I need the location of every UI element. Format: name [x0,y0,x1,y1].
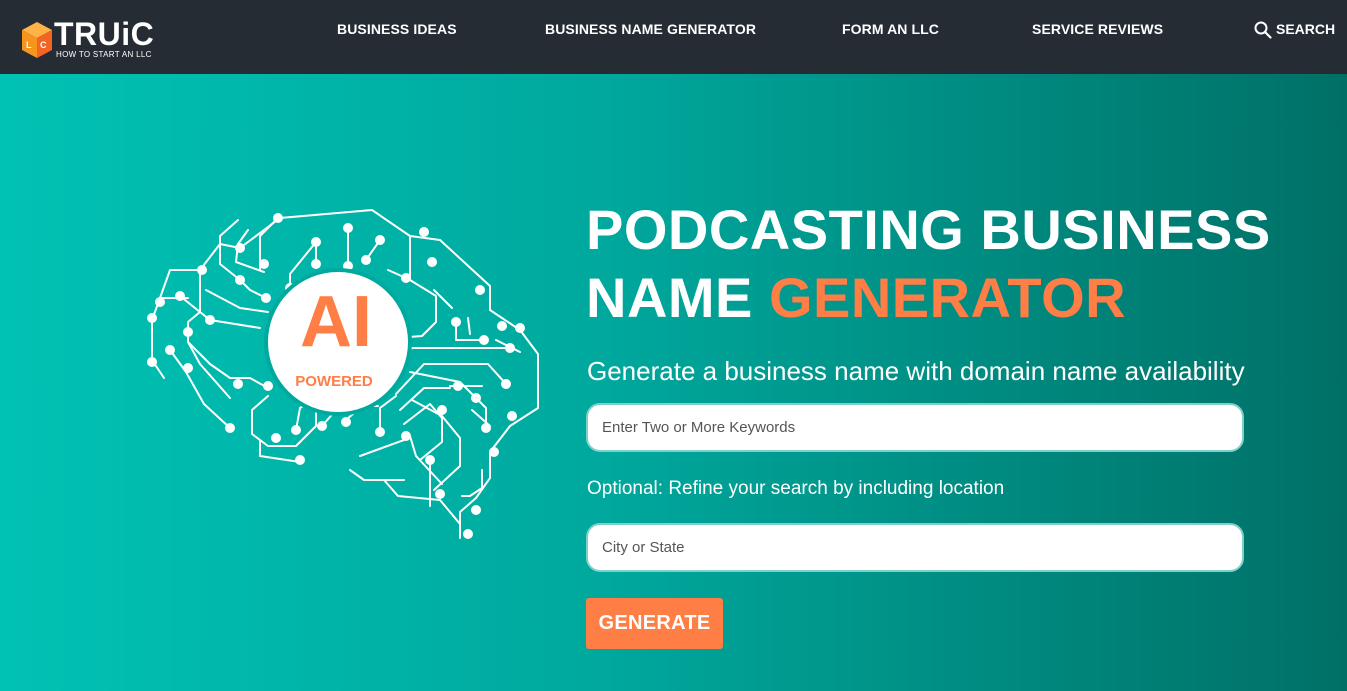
logo-tagline: HOW TO START AN LLC [56,50,152,59]
logo-wordmark: TRUiC [54,16,155,52]
location-input[interactable] [586,523,1244,572]
nav-service-reviews[interactable]: SERVICE REVIEWS [1032,21,1163,37]
truic-logo[interactable]: L C TRUiC HOW TO START AN LLC [20,16,160,62]
optional-location-label: Optional: Refine your search by includin… [587,478,1005,499]
hero-subtitle: Generate a business name with domain nam… [587,356,1245,386]
page-title: PODCASTING BUSINESS NAME GENERATOR [586,196,1306,332]
ai-brain-circuit-illustration: AI POWERED [147,209,539,539]
title-accent: GENERATOR [768,266,1127,329]
keywords-input[interactable] [586,403,1244,452]
search-label: SEARCH [1276,21,1336,37]
nav-business-name-generator[interactable]: BUSINESS NAME GENERATOR [545,21,756,37]
nav-form-an-llc[interactable]: FORM AN LLC [842,21,939,37]
ai-badge-text: AI [300,282,372,362]
top-navigation-bar: L C TRUiC HOW TO START AN LLC BUSINESS I… [0,0,1347,74]
svg-text:L: L [26,40,32,50]
generate-button[interactable]: GENERATE [586,598,723,649]
nav-business-ideas[interactable]: BUSINESS IDEAS [337,21,457,37]
llc-cube-icon: L C [22,22,52,58]
svg-text:C: C [40,40,47,50]
search-icon [1254,21,1272,39]
powered-badge-text: POWERED [295,373,373,390]
